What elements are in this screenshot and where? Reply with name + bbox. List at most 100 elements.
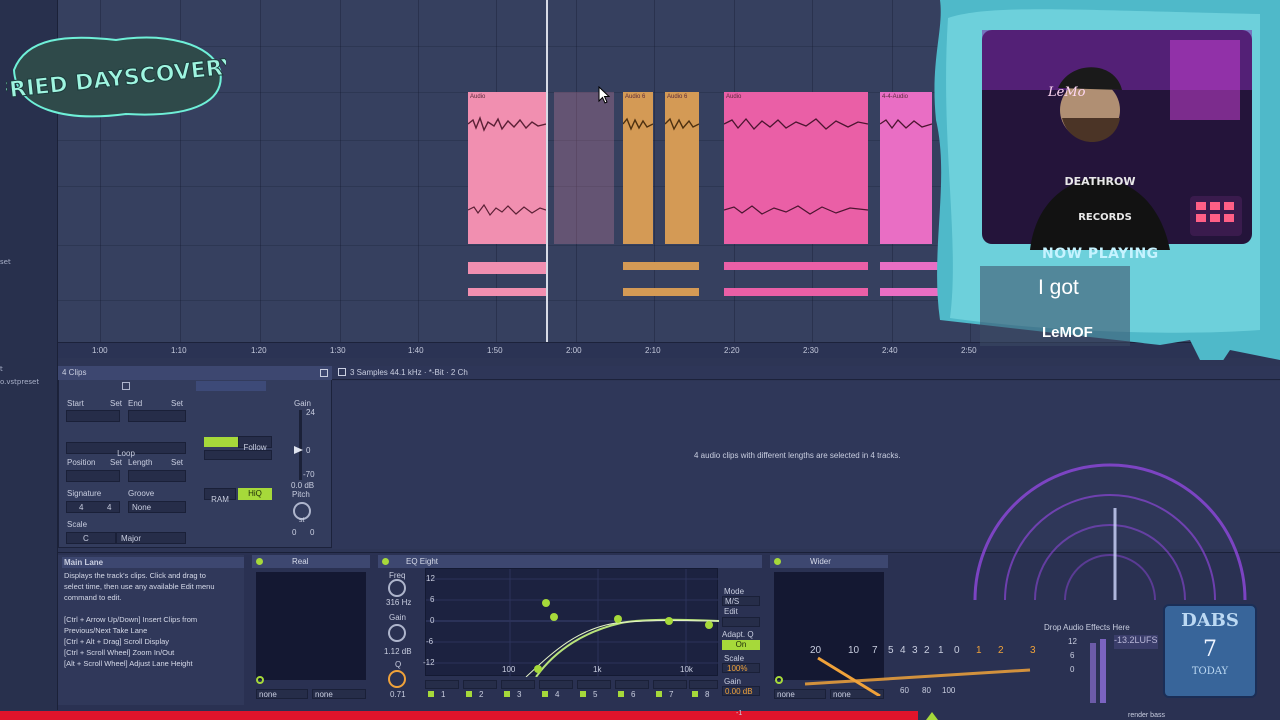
eq-edit-select[interactable] — [722, 617, 760, 627]
eq-band-on-8 — [692, 691, 698, 697]
browser-item[interactable]: set — [0, 258, 11, 266]
groove-label: Groove — [128, 489, 155, 498]
eq-band-filter-8[interactable] — [689, 680, 718, 689]
sample-icon — [338, 368, 346, 376]
warp-toggle[interactable] — [204, 437, 238, 447]
groove-select[interactable]: None — [128, 501, 186, 513]
device-on-icon — [256, 558, 263, 565]
end-set-button[interactable]: Set — [171, 399, 183, 408]
signature-label: Signature — [67, 489, 102, 498]
browser-item[interactable]: o.vstpreset — [0, 378, 39, 386]
eq-band-filter-1[interactable] — [425, 680, 459, 689]
eq-band-filter-2[interactable] — [463, 680, 497, 689]
gain-slider[interactable] — [299, 410, 302, 480]
position-field[interactable] — [66, 470, 120, 482]
sample-header: 3 Samples 44.1 kHz · *-Bit · 2 Ch — [332, 366, 1280, 380]
eq-freq-value[interactable]: 316 Hz — [386, 598, 411, 607]
end-field[interactable] — [128, 410, 186, 422]
eq-edit-label: Edit — [724, 607, 738, 616]
eq-band-on-4 — [542, 691, 548, 697]
scale-root-select[interactable]: C — [66, 532, 116, 544]
wider-dot[interactable] — [775, 676, 783, 684]
warp-mode-select[interactable] — [204, 450, 272, 460]
shirt-text: DEATHROW — [1065, 175, 1136, 188]
eq-scale-field[interactable]: 100% — [722, 663, 760, 673]
eq-band-filter-6[interactable] — [615, 680, 649, 689]
audio-clip[interactable]: Audio — [468, 92, 546, 244]
audio-clip[interactable]: Audio — [724, 92, 868, 244]
reverb-dot[interactable] — [256, 676, 264, 684]
audio-clip[interactable]: Audio 6 — [665, 92, 699, 244]
playhead[interactable] — [546, 0, 548, 342]
gain-label: Gain — [294, 399, 311, 408]
start-set-button[interactable]: Set — [110, 399, 122, 408]
eq-output-gain-field[interactable]: 0.00 dB — [722, 686, 760, 696]
eq-band-on-1 — [428, 691, 434, 697]
svg-text:LeMo: LeMo — [1047, 85, 1086, 100]
gain-value: 0.0 dB — [291, 481, 315, 490]
eq-q-value[interactable]: 0.71 — [390, 690, 406, 699]
eq-scale-label: Scale — [724, 654, 745, 663]
position-label: Position — [67, 458, 96, 467]
reverb-device-title[interactable]: Real — [252, 555, 370, 568]
scale-label: Scale — [67, 520, 88, 529]
position-set-button[interactable]: Set — [110, 458, 122, 467]
browser-item[interactable]: t — [0, 365, 3, 373]
hiq-toggle[interactable]: HiQ — [238, 488, 272, 500]
status-value: -1 — [736, 710, 743, 717]
selection-message: 4 audio clips with different lengths are… — [694, 451, 901, 460]
eq-graph[interactable] — [425, 568, 720, 678]
length-field[interactable] — [128, 470, 186, 482]
eq-band-on-5 — [580, 691, 586, 697]
eq-gain-knob[interactable] — [388, 624, 406, 642]
eq-adapt-label: Adapt. Q — [722, 630, 754, 639]
svg-text:RECORDS: RECORDS — [1078, 212, 1132, 223]
pitch-semitones[interactable]: 0 — [292, 528, 296, 537]
eq-adapt-toggle[interactable]: On — [722, 640, 760, 650]
follow-button[interactable]: Follow — [238, 436, 272, 452]
loudness-meter: 12 6 0 -13.2LUFS — [1060, 635, 1160, 703]
audio-clip[interactable] — [468, 262, 546, 274]
pitch-cents[interactable]: 0 — [310, 528, 314, 537]
device-on-icon — [382, 558, 389, 565]
reverb-display[interactable] — [256, 572, 366, 680]
ram-toggle[interactable]: RAM — [204, 488, 236, 504]
collapse-icon[interactable] — [320, 369, 328, 377]
audio-clip[interactable] — [623, 262, 699, 296]
length-set-button[interactable]: Set — [171, 458, 183, 467]
reverb-input-select[interactable]: none — [256, 689, 308, 699]
tab-audio[interactable] — [196, 381, 266, 391]
eq-band-on-6 — [618, 691, 624, 697]
eq-band-filter-7[interactable] — [653, 680, 687, 689]
eq-band-filter-4[interactable] — [539, 680, 573, 689]
audio-clip[interactable] — [468, 288, 546, 296]
scale-mode-select[interactable]: Major — [116, 532, 186, 544]
save-icon[interactable] — [122, 382, 130, 390]
audio-clip[interactable]: Audio 6 — [623, 92, 653, 244]
eq-eight-title[interactable]: EQ Eight — [378, 555, 762, 568]
reverb-output-select[interactable]: none — [312, 689, 366, 699]
vu-meter-overlay: 20 10 7 5 4 3 2 1 0 1 2 3 60 80 100 — [800, 640, 1040, 700]
now-playing-title: I got — [1038, 276, 1079, 299]
dabs-badge: DABS 7 TODAY — [1163, 604, 1257, 698]
pitch-label: Pitch — [292, 490, 310, 499]
audio-clip[interactable] — [724, 262, 868, 296]
loop-button[interactable]: Loop — [66, 442, 186, 458]
signature-field[interactable]: 4 4 — [66, 501, 120, 513]
eq-band-filter-5[interactable] — [577, 680, 611, 689]
audio-clip[interactable] — [554, 92, 614, 244]
clip-count: 4 Clips — [62, 368, 87, 377]
info-view: Main Lane Displays the track's clips. Cl… — [58, 555, 244, 705]
eq-mode-select[interactable]: M/S — [722, 596, 760, 606]
start-field[interactable] — [66, 410, 120, 422]
eq-band-filter-3[interactable] — [501, 680, 535, 689]
eq-q-knob[interactable] — [388, 670, 406, 688]
now-playing-artist: LeMOF — [1042, 324, 1093, 341]
eq-band-buttons: 1 2 3 4 5 6 7 8 — [425, 680, 718, 700]
eq-gain-value[interactable]: 1.12 dB — [384, 647, 412, 656]
webcam-overlay: DEATHROW RECORDS LeMo NOW PLAYING I got … — [930, 0, 1280, 360]
eq-output-gain-label: Gain — [724, 677, 741, 686]
audio-clip[interactable]: 4-4-Audio — [880, 92, 932, 244]
wider-device-title[interactable]: Wider — [770, 555, 888, 568]
eq-freq-knob[interactable] — [388, 579, 406, 597]
